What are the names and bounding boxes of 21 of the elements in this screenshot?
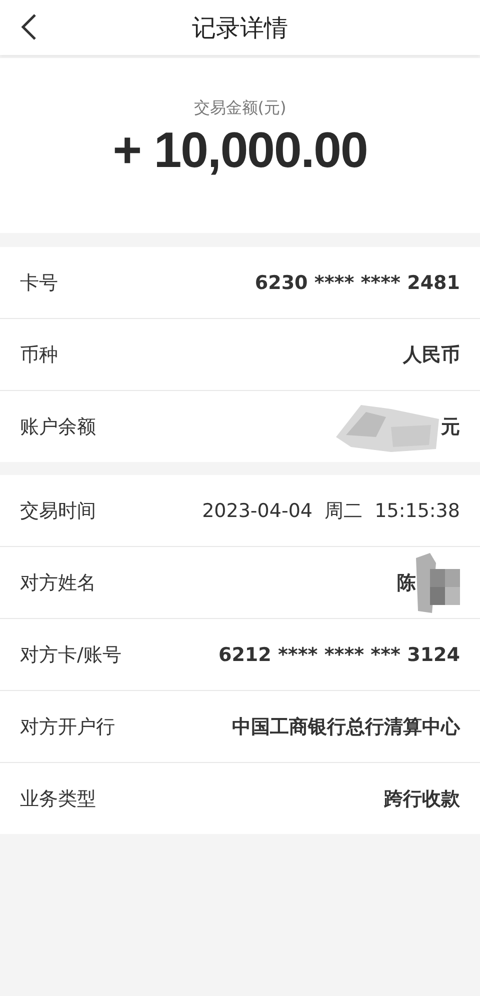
- row-label: 对方开户行: [20, 714, 115, 740]
- row-value: 中国工商银行总行清算中心: [232, 714, 460, 740]
- row-value: 2023-04-04 周二 15:15:38: [202, 498, 460, 524]
- row-label: 对方姓名: [20, 570, 96, 596]
- row-label: 交易时间: [20, 498, 96, 524]
- row-label: 卡号: [20, 270, 58, 296]
- row-value: 跨行收款: [384, 786, 460, 812]
- back-icon[interactable]: [20, 13, 38, 41]
- row-value: 6212 **** **** *** 3124: [218, 644, 460, 666]
- amount-label: 交易金额(元): [194, 98, 286, 119]
- row-value: 元: [441, 414, 460, 440]
- row-value: 6230 **** **** 2481: [254, 272, 460, 294]
- row-label: 业务类型: [20, 786, 96, 812]
- amount-value: + 10,000.00: [112, 121, 368, 179]
- row-value: 陈: [397, 570, 416, 596]
- page-title: 记录详情: [192, 12, 288, 44]
- redaction-mosaic: [416, 552, 460, 612]
- row-label: 账户余额: [20, 414, 96, 440]
- row-label: 对方卡/账号: [20, 642, 122, 668]
- row-label: 币种: [20, 342, 58, 368]
- row-value: 人民币: [403, 342, 460, 368]
